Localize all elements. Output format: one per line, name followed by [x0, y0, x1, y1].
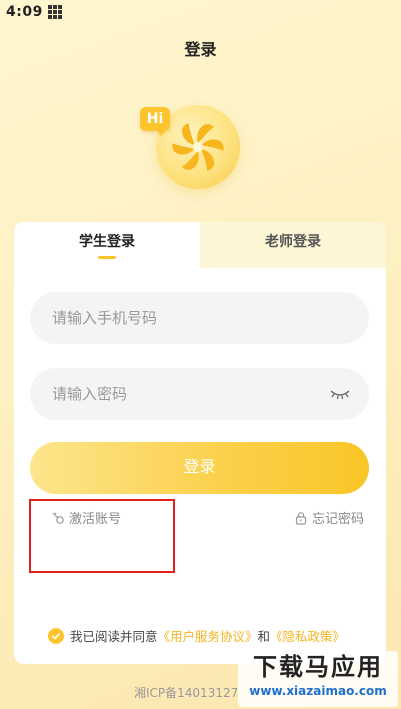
activate-account-label: 激活账号: [69, 512, 122, 527]
key-icon: [52, 512, 64, 524]
privacy-policy-link[interactable]: 《隐私政策》: [270, 626, 345, 645]
tab-student-label: 学生登录: [79, 234, 135, 250]
tab-student-login[interactable]: 学生登录: [14, 222, 200, 268]
app-logo: Hi: [140, 100, 250, 200]
tab-teacher-login[interactable]: 老师登录: [200, 222, 386, 268]
password-field[interactable]: [30, 368, 369, 420]
forgot-password-link[interactable]: 忘记密码: [294, 508, 364, 527]
agreement-check-icon[interactable]: [48, 627, 64, 644]
login-card: 学生登录 老师登录 登录 激活账号: [14, 222, 386, 664]
watermark-url: www.xiazaimao.com: [249, 684, 387, 698]
watermark-main: 下载马应用: [253, 653, 383, 681]
status-time: 4:09: [6, 4, 43, 20]
agreement-and: 和: [257, 629, 271, 644]
login-tabs: 学生登录 老师登录: [14, 222, 386, 268]
app-grid-icon: [47, 5, 62, 19]
phone-input[interactable]: [52, 309, 312, 327]
eye-closed-icon[interactable]: [329, 388, 351, 400]
service-agreement-link[interactable]: 《用户服务协议》: [158, 626, 258, 645]
active-tab-indicator: [98, 256, 116, 259]
activate-account-link[interactable]: 激活账号: [51, 508, 121, 527]
status-bar: 4:09: [0, 0, 401, 24]
page-title: 登录: [184, 40, 217, 59]
site-watermark: 下载马应用 www.xiazaimao.com: [238, 651, 398, 707]
agreement-row: 我已阅读并同意 《用户服务协议》 和 《隐私政策》: [48, 626, 345, 645]
forgot-password-label: 忘记密码: [311, 512, 364, 527]
lock-icon: [295, 511, 307, 525]
login-button[interactable]: 登录: [30, 442, 369, 494]
tab-teacher-label: 老师登录: [265, 234, 321, 250]
agreement-prefix: 我已阅读并同意: [70, 629, 158, 644]
password-input[interactable]: [52, 385, 312, 403]
icp-record: 湘ICP备14013127: [134, 686, 239, 700]
hi-badge: Hi: [140, 107, 170, 136]
phone-field[interactable]: [30, 292, 369, 344]
